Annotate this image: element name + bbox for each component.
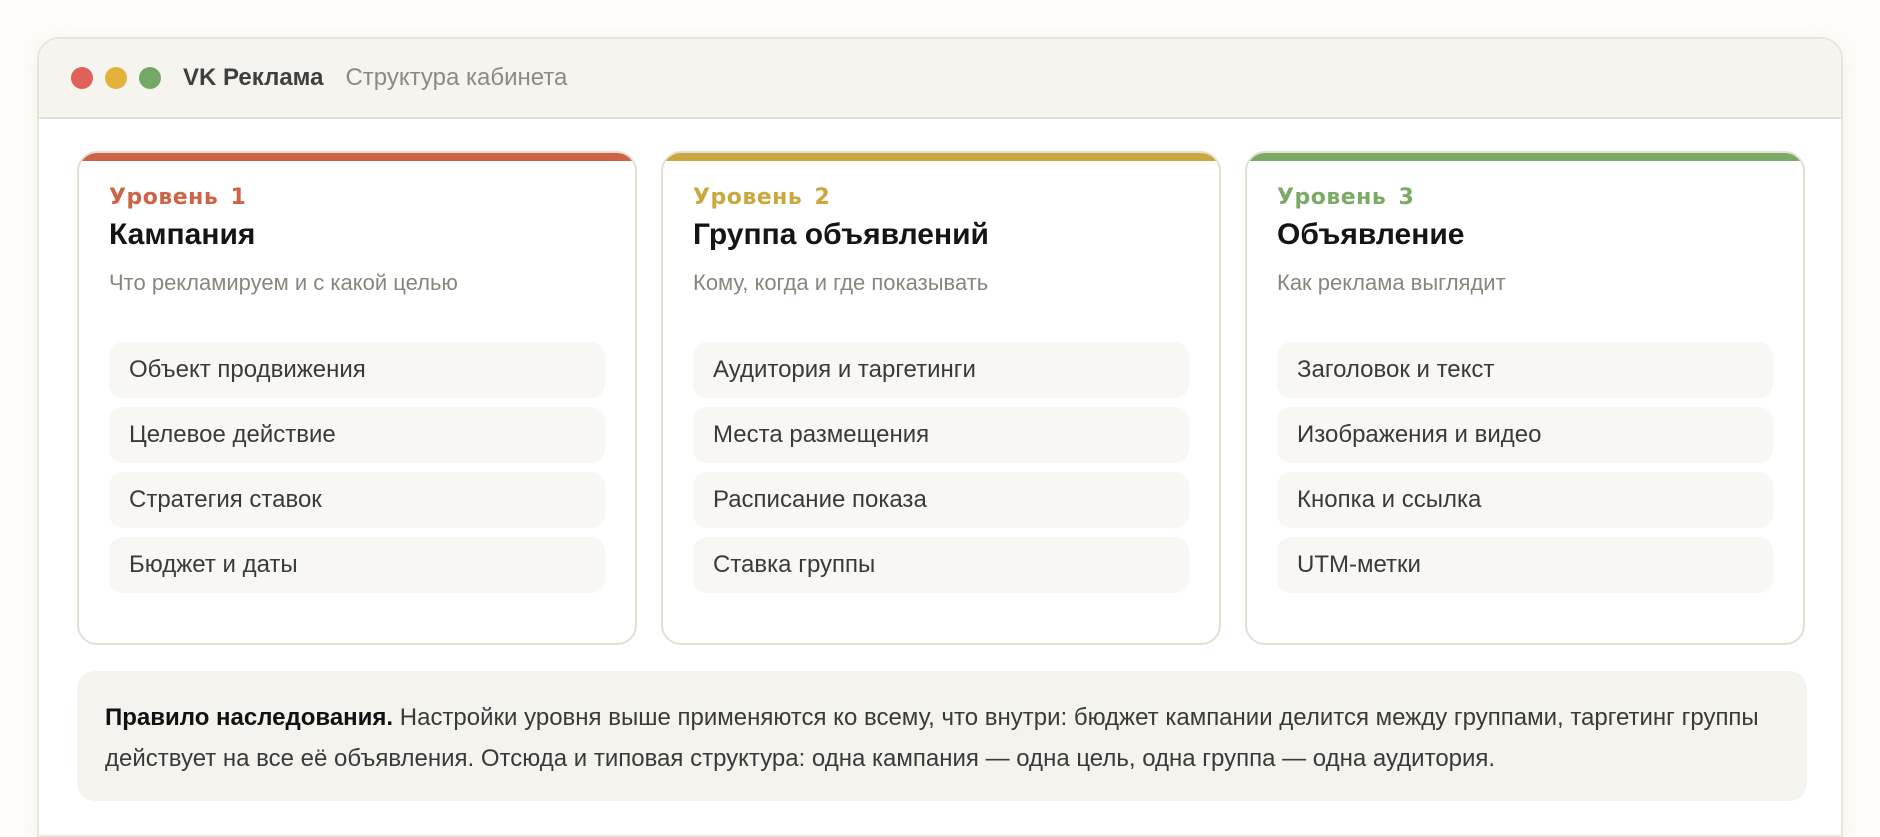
maximize-window-button[interactable] bbox=[139, 67, 161, 89]
settings-item: Изображения и видео bbox=[1277, 407, 1773, 463]
level-title: Кампания bbox=[109, 218, 256, 251]
level-description: Что рекламируем и с какой целью bbox=[109, 270, 458, 295]
level-label: Уровень 3 bbox=[1277, 185, 1415, 210]
settings-item: Бюджет и даты bbox=[109, 537, 605, 593]
settings-item: Аудитория и таргетинги bbox=[693, 342, 1189, 398]
level-card-ad: Уровень 3 Объявление Как реклама выгляди… bbox=[1245, 151, 1805, 645]
settings-item: Ставка группы bbox=[693, 537, 1189, 593]
settings-item: Целевое действие bbox=[109, 407, 605, 463]
minimize-window-button[interactable] bbox=[105, 67, 127, 89]
settings-item: Объект продвижения bbox=[109, 342, 605, 398]
level-card-campaign: Уровень 1 Кампания Что рекламируем и с к… bbox=[77, 151, 637, 645]
settings-item: Места размещения bbox=[693, 407, 1189, 463]
level-label: Уровень 2 bbox=[693, 185, 831, 210]
settings-list: Аудитория и таргетинги Места размещения … bbox=[693, 342, 1189, 593]
settings-item: Расписание показа bbox=[693, 472, 1189, 528]
app-title: VK Реклама bbox=[183, 64, 324, 91]
level-label: Уровень 1 bbox=[109, 185, 247, 210]
close-window-button[interactable] bbox=[71, 67, 93, 89]
settings-list: Объект продвижения Целевое действие Стра… bbox=[109, 342, 605, 593]
level-card-ad-group: Уровень 2 Группа объявлений Кому, когда … bbox=[661, 151, 1221, 645]
title-bar: VK Реклама Структура кабинета bbox=[39, 39, 1841, 119]
level-description: Кому, когда и где показывать bbox=[693, 270, 989, 295]
settings-item: UTM-метки bbox=[1277, 537, 1773, 593]
settings-item: Стратегия ставок bbox=[109, 472, 605, 528]
page-subtitle: Структура кабинета bbox=[345, 64, 568, 91]
level-title: Группа объявлений bbox=[693, 218, 989, 251]
note-heading: Правило наследования. bbox=[105, 704, 394, 731]
level-title: Объявление bbox=[1277, 218, 1465, 251]
settings-item: Заголовок и текст bbox=[1277, 342, 1773, 398]
levels-row: Уровень 1 Кампания Что рекламируем и с к… bbox=[77, 151, 1805, 645]
settings-item: Кнопка и ссылка bbox=[1277, 472, 1773, 528]
app-window: VK Реклама Структура кабинета Уровень 1 … bbox=[37, 37, 1843, 837]
level-description: Как реклама выглядит bbox=[1277, 270, 1506, 295]
settings-list: Заголовок и текст Изображения и видео Кн… bbox=[1277, 342, 1773, 593]
inheritance-note: Правило наследования. Настройки уровня в… bbox=[77, 671, 1807, 801]
